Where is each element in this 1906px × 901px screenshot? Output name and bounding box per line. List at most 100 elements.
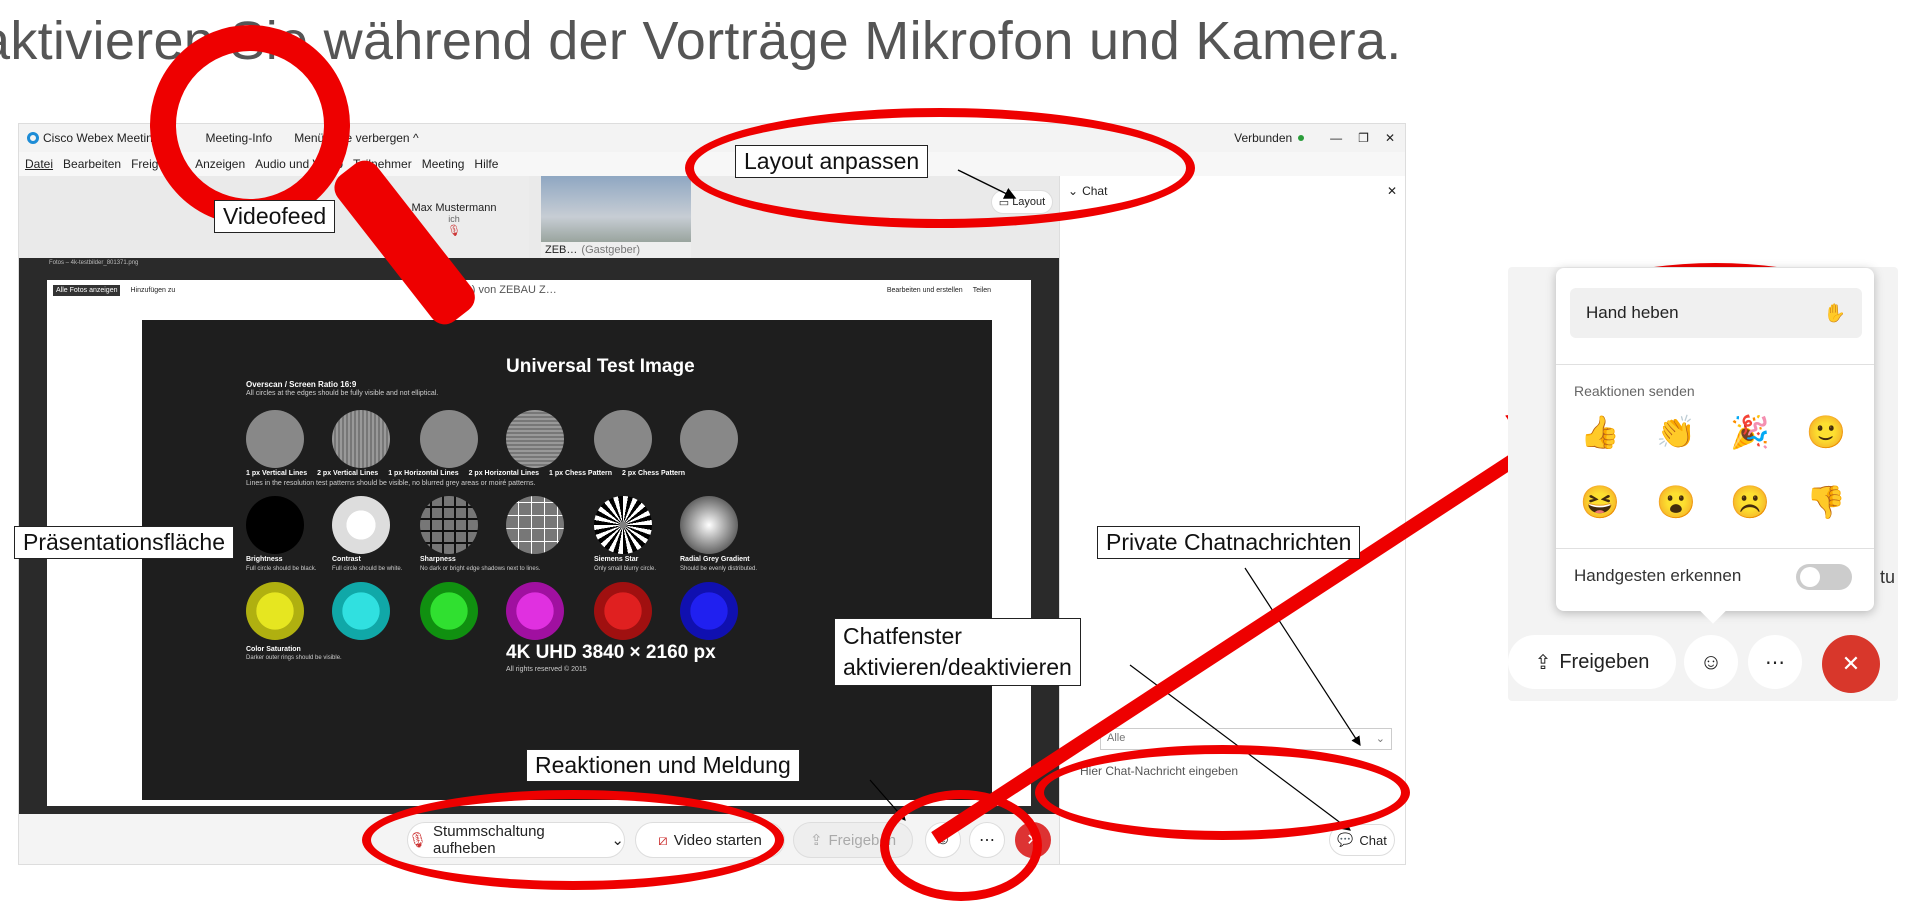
minimize-icon[interactable]: — (1330, 131, 1342, 145)
reactions-button[interactable]: ☺ (925, 822, 961, 858)
callout-reactions: Reaktionen und Meldung (526, 749, 800, 782)
photo-app-title: Fotos – 4k-testbilder_801371.png (49, 260, 139, 266)
party-emoji-icon[interactable]: 🎉 (1730, 412, 1770, 452)
menu-item-meeting[interactable]: Meeting (422, 157, 465, 171)
callout-chat-window-line2: aktivieren/deaktivieren (843, 654, 1072, 681)
layout-label: Layout (1012, 196, 1046, 208)
participant-tile-host[interactable]: ZEB… (Gastgeber) (541, 176, 691, 258)
chevron-down-icon: ⌄ (1068, 184, 1079, 198)
end-call-button[interactable]: ✕ (1822, 635, 1880, 693)
share-button[interactable]: ⇪ Freigeben (793, 822, 913, 858)
menu-item-file[interactable]: Datei (25, 157, 53, 171)
chat-toggle-button[interactable]: 💬 Chat (1329, 824, 1395, 856)
participant-name: Max Mustermann (411, 202, 497, 214)
send-reactions-label: Reaktionen senden (1574, 383, 1695, 399)
color-circle-red (594, 582, 652, 640)
sharing-label: ndung(en) von ZEBAU Z… (425, 284, 557, 296)
test-circle-siemens-star (594, 496, 652, 554)
gesture-toggle[interactable] (1796, 564, 1852, 590)
color-circle-yellow (246, 582, 304, 640)
muted-mic-icon: 🎙 (447, 225, 461, 237)
participant-tile-self[interactable]: Max Mustermann ich 🎙 (379, 176, 529, 258)
menu-item-audio-video[interactable]: Audio und Video (255, 157, 343, 171)
share-photo-button[interactable]: Teilen (973, 287, 991, 294)
sad-emoji-icon[interactable]: ☹️ (1730, 482, 1770, 522)
reaction-popup: Hand heben ✋ Reaktionen senden 👍 👏 🎉 🙂 😆… (1556, 268, 1874, 624)
chevron-down-icon: ⌄ (611, 832, 624, 849)
test-circle-grid (506, 496, 564, 554)
gesture-label: Handgesten erkennen (1574, 566, 1742, 585)
chat-bubble-icon: 💬 (1337, 832, 1354, 847)
callout-layout: Layout anpassen (735, 145, 929, 178)
layout-icon: ▭ (998, 196, 1010, 209)
unmute-button[interactable]: 🎙 Stummschaltung aufheben ⌄ (407, 822, 625, 858)
label-contrast: Contrast (332, 556, 361, 563)
smile-emoji-icon[interactable]: 🙂 (1806, 412, 1846, 452)
callout-private-chat: Private Chatnachrichten (1097, 526, 1361, 559)
close-icon[interactable]: ✕ (1385, 131, 1395, 145)
saturation-sub: Darker outer rings should be visible. (246, 655, 342, 661)
thumbs-down-emoji-icon[interactable]: 👎 (1806, 482, 1846, 522)
label-brightness: Brightness (246, 556, 283, 563)
end-call-button[interactable]: ✕ (1015, 822, 1051, 858)
test-circle-1px-vertical (246, 410, 304, 468)
webex-logo-icon (27, 132, 39, 144)
video-off-icon: ⧄ (658, 831, 668, 849)
add-to-button[interactable]: Hinzufügen zu (130, 287, 175, 294)
test-image: Universal Test Image Overscan / Screen R… (142, 320, 992, 800)
freigeben-label: Freigeben (1559, 650, 1650, 673)
label-1px-vertical: 1 px Vertical Lines (246, 470, 308, 477)
menu-item-participants[interactable]: Teilnehmer (353, 157, 412, 171)
layout-button[interactable]: ▭ Layout (991, 190, 1053, 214)
label-sharpness: Sharpness (420, 556, 456, 563)
menu-item-help[interactable]: Hilfe (474, 157, 498, 171)
show-all-photos-button[interactable]: Alle Fotos anzeigen (53, 284, 121, 296)
toggle-knob (1800, 567, 1820, 587)
clipped-text: tu (1880, 567, 1896, 587)
surprised-emoji-icon[interactable]: 😮 (1656, 482, 1696, 522)
reactions-button[interactable]: ☺ (1684, 635, 1738, 689)
video-label: Video starten (673, 831, 762, 849)
app-title: Cisco Webex Meetings (43, 131, 166, 145)
slide-title: aktivieren Sie während der Vorträge Mikr… (0, 11, 1402, 71)
clap-emoji-icon[interactable]: 👏 (1656, 412, 1696, 452)
raise-hand-button[interactable]: Hand heben ✋ (1570, 288, 1862, 338)
chat-input[interactable]: Hier Chat-Nachricht eingeben (1080, 764, 1390, 778)
hide-menu-button[interactable]: Menüleiste verbergen ^ (294, 131, 418, 145)
freigeben-button[interactable]: ⇪ Freigeben (1508, 635, 1676, 689)
select-chevron-icon: ⌄ (1375, 733, 1385, 745)
row1-sub: Lines in the resolution test patterns sh… (246, 480, 536, 487)
chat-header[interactable]: ⌄ Chat (1068, 184, 1107, 198)
restore-icon[interactable]: ❐ (1358, 131, 1369, 145)
sub-radial-gradient: Should be evenly distributed. (680, 566, 758, 572)
label-2px-vertical: 2 px Vertical Lines (317, 470, 379, 477)
chat-recipient-select[interactable]: Alle ⌄ (1100, 728, 1392, 750)
more-options-button[interactable]: ⋯ (1748, 635, 1802, 689)
status-dot-icon (1298, 135, 1305, 141)
thumbs-up-emoji-icon[interactable]: 👍 (1580, 412, 1620, 452)
label-1px-chess: 1 px Chess Pattern (549, 470, 613, 477)
start-video-button[interactable]: ⧄ Video starten (635, 822, 785, 858)
label-radial-gradient: Radial Grey Gradient (680, 556, 750, 563)
test-circle-2px-chess (680, 410, 738, 468)
participant-sub: ich (448, 214, 460, 224)
sub-brightness: Full circle should be black. (246, 566, 317, 572)
chat-close-icon[interactable]: ✕ (1387, 184, 1397, 198)
menu-item-edit[interactable]: Bearbeiten (63, 157, 121, 171)
meeting-info-button[interactable]: Meeting-Info (206, 131, 273, 145)
laugh-emoji-icon[interactable]: 😆 (1580, 482, 1620, 522)
label-1px-horizontal: 1 px Horizontal Lines (388, 470, 459, 477)
menu-item-share[interactable]: Freigeben (131, 157, 185, 171)
share-label: Freigeben (828, 831, 897, 849)
sub-contrast: Full circle should be white. (332, 566, 403, 572)
test-circle-contrast (332, 496, 390, 554)
chat-toggle-label: Chat (1359, 832, 1387, 848)
more-options-button[interactable]: ⋯ (969, 822, 1005, 858)
menu-item-view[interactable]: Anzeigen (195, 157, 245, 171)
video-strip: Max Mustermann ich 🎙 ZEB… (Gastgeber) ▭ … (19, 176, 1059, 258)
participant-sub: (Gastgeber) (581, 244, 641, 256)
color-circle-cyan (332, 582, 390, 640)
edit-create-button[interactable]: Bearbeiten und erstellen (887, 287, 963, 294)
hand-icon: ✋ (1823, 302, 1846, 323)
test-circle-1px-horizontal (420, 410, 478, 468)
